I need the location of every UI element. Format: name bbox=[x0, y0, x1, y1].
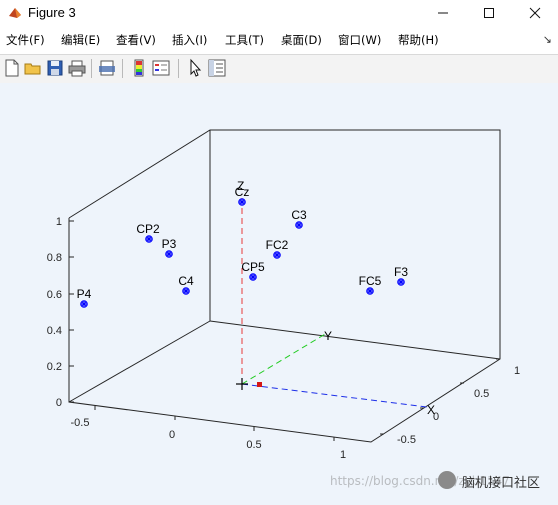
pointer-icon[interactable] bbox=[185, 58, 205, 78]
watermark: https://blog.csdn.net/zyb1147 脑机接口社区 bbox=[330, 471, 555, 491]
point-marker-f3 bbox=[397, 278, 405, 286]
y-tick-label: 0.5 bbox=[474, 388, 489, 400]
menu-insert[interactable]: 插入(I) bbox=[172, 32, 207, 48]
close-button[interactable] bbox=[512, 0, 558, 26]
new-figure-icon[interactable] bbox=[2, 58, 22, 78]
toolbar-separator bbox=[91, 59, 92, 78]
toolbar-separator bbox=[122, 59, 123, 78]
print-icon[interactable] bbox=[67, 58, 87, 78]
point-marker-c4 bbox=[182, 287, 190, 295]
minimize-button[interactable] bbox=[420, 0, 466, 26]
axes-3d[interactable]: 0 0.2 0.4 0.6 0.8 1 -0.5 0 0.5 1 -0.5 0 … bbox=[0, 83, 558, 505]
menu-view[interactable]: 查看(V) bbox=[116, 32, 156, 48]
matlab-app-icon bbox=[9, 8, 21, 18]
print-preview-icon[interactable] bbox=[97, 58, 117, 78]
wechat-icon bbox=[438, 471, 456, 489]
save-icon[interactable] bbox=[45, 58, 65, 78]
minimize-icon bbox=[438, 12, 448, 14]
menu-help[interactable]: 帮助(H) bbox=[398, 32, 439, 48]
y-axis: -0.5 0 0.5 1 bbox=[380, 358, 520, 446]
menu-window[interactable]: 窗口(W) bbox=[338, 32, 381, 48]
y-tick-label: 1 bbox=[514, 365, 520, 377]
window-title: Figure 3 bbox=[28, 5, 76, 20]
origin-axes: Z Y X bbox=[236, 179, 435, 417]
menu-edit[interactable]: 编辑(E) bbox=[61, 32, 100, 48]
point-marker-cp5 bbox=[249, 273, 257, 281]
x-axis-line bbox=[241, 383, 428, 408]
axes-box-back bbox=[68, 129, 501, 443]
open-icon[interactable] bbox=[23, 58, 43, 78]
point-label-cp2: CP2 bbox=[136, 222, 160, 236]
point-label-cz: Cz bbox=[235, 185, 250, 199]
x-tick-label: 0 bbox=[169, 429, 175, 441]
z-tick-label: 0 bbox=[56, 397, 62, 409]
watermark-brand: 脑机接口社区 bbox=[462, 476, 541, 491]
z-tick-label: 0.8 bbox=[47, 252, 62, 264]
point-marker-p3 bbox=[165, 250, 173, 258]
figure-toolbar bbox=[0, 54, 558, 84]
menu-desktop[interactable]: 桌面(D) bbox=[281, 32, 322, 48]
x-tick-label: 1 bbox=[340, 449, 346, 461]
point-label-fc5: FC5 bbox=[359, 274, 382, 288]
x-tick-label: 0.5 bbox=[246, 439, 261, 451]
point-label-fc2: FC2 bbox=[266, 238, 289, 252]
colorbar-icon[interactable] bbox=[129, 58, 149, 78]
point-marker-cp2 bbox=[145, 235, 153, 243]
point-marker-fc5 bbox=[366, 287, 374, 295]
point-label-f3: F3 bbox=[394, 265, 408, 279]
menu-dock-arrow-icon[interactable]: ↘ bbox=[543, 33, 552, 46]
menu-bar: 文件(F) 编辑(E) 查看(V) 插入(I) 工具(T) 桌面(D) 窗口(W… bbox=[0, 29, 558, 51]
close-icon bbox=[529, 7, 541, 19]
maximize-button[interactable] bbox=[466, 0, 512, 26]
point-marker-fc2 bbox=[273, 251, 281, 259]
menu-file[interactable]: 文件(F) bbox=[6, 32, 45, 48]
menu-tools[interactable]: 工具(T) bbox=[225, 32, 264, 48]
legend-icon[interactable] bbox=[151, 58, 171, 78]
point-label-c4: C4 bbox=[178, 274, 194, 288]
axes-box-edge bbox=[68, 320, 211, 403]
y-axis-letter: Y bbox=[324, 329, 332, 343]
point-label-cp5: CP5 bbox=[241, 260, 265, 274]
point-label-c3: C3 bbox=[291, 208, 307, 222]
axes-box-edge bbox=[209, 320, 501, 360]
point-marker-p4 bbox=[80, 300, 88, 308]
z-tick-label: 1 bbox=[56, 216, 62, 228]
z-axis: 0 0.2 0.4 0.6 0.8 1 bbox=[47, 216, 74, 409]
y-tick-label: -0.5 bbox=[397, 434, 416, 446]
x-tick-label: -0.5 bbox=[71, 417, 90, 429]
z-tick-label: 0.6 bbox=[47, 289, 62, 301]
point-marker-cz bbox=[238, 198, 246, 206]
maximize-icon bbox=[484, 8, 494, 18]
figure-canvas[interactable]: 0 0.2 0.4 0.6 0.8 1 -0.5 0 0.5 1 -0.5 0 … bbox=[0, 83, 558, 505]
z-tick-label: 0.4 bbox=[47, 325, 62, 337]
point-label-p4: P4 bbox=[77, 287, 92, 301]
point-label-p3: P3 bbox=[162, 237, 177, 251]
toolbar-separator bbox=[178, 59, 179, 78]
title-bar: Figure 3 bbox=[0, 0, 558, 26]
y-axis-line bbox=[241, 332, 328, 385]
z-tick-label: 0.2 bbox=[47, 361, 62, 373]
property-editor-icon[interactable] bbox=[207, 58, 227, 78]
point-marker-c3 bbox=[295, 221, 303, 229]
origin-marker bbox=[257, 382, 262, 387]
x-axis-letter: X bbox=[427, 403, 435, 417]
